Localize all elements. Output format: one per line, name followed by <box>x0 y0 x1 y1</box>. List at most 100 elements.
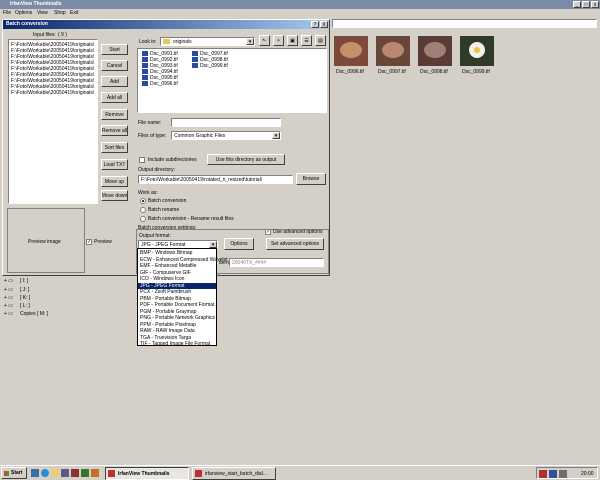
start-button[interactable]: Start <box>101 44 128 55</box>
close-button[interactable]: x <box>591 1 599 8</box>
thumbnail-area: Dsc_0996.tif Dsc_0997.tif Dsc_0998.tif D… <box>332 30 600 460</box>
list-item[interactable]: Dsc_0999.tif <box>190 63 228 69</box>
batch-rename-radio[interactable] <box>140 207 146 213</box>
use-advanced-label: Use advanced options <box>273 229 323 235</box>
output-format-dropdown[interactable]: BMP - Windows Bitmap ECW - Enhanced Comp… <box>137 248 228 348</box>
menu-file[interactable]: File <box>3 10 11 16</box>
output-dir-label: Output directory: <box>138 167 175 173</box>
remove-button[interactable]: Remove <box>101 109 128 120</box>
browse-button[interactable]: Browse <box>296 173 326 185</box>
preview-checkbox[interactable]: ✓ <box>86 239 92 245</box>
output-dir-input[interactable]: F:\Foto\Workable\20050419\rotated_n_resi… <box>138 175 293 184</box>
maximize-button[interactable]: □ <box>582 1 590 8</box>
task-irfanview-thumbnails[interactable]: IrfanView Thumbnails <box>105 467 189 480</box>
thumbnail[interactable] <box>376 36 410 66</box>
list-item[interactable]: F:\Foto\Workable\20050419\originals\ <box>9 90 97 96</box>
look-in-combo[interactable]: originals ▾ <box>160 37 255 46</box>
batch-dialog: Batch conversion ? X Input files: ( 9 ) … <box>2 19 330 276</box>
task-irfanview-batch[interactable]: irfanview_start_batch_dial... <box>192 467 276 480</box>
tray-app-icon[interactable] <box>539 470 547 478</box>
include-subdirs-checkbox[interactable] <box>139 157 145 163</box>
format-option[interactable]: TIF - Tagged Image File Format <box>138 341 216 348</box>
help-button[interactable]: ? <box>311 21 319 28</box>
sort-files-button[interactable]: Sort files <box>101 142 128 153</box>
image-file-icon <box>142 63 148 69</box>
preview-image-label: Preview image <box>28 239 61 245</box>
quicklaunch-media-icon[interactable] <box>61 469 69 477</box>
thumbnail-label: Dsc_0998.tif <box>420 69 448 75</box>
image-file-icon <box>192 51 198 57</box>
input-files-count: ( 9 ) <box>58 32 67 38</box>
quicklaunch-app-icon[interactable] <box>71 469 79 477</box>
menu-bar: File Options View Shop Exit <box>0 9 600 17</box>
chevron-down-icon[interactable]: ▾ <box>272 132 280 139</box>
dialog-close-button[interactable]: X <box>320 21 328 28</box>
thumbnail[interactable] <box>460 36 494 66</box>
batch-conversion-radio[interactable] <box>140 198 146 204</box>
quicklaunch-mail-icon[interactable] <box>51 469 59 477</box>
menu-options[interactable]: Options <box>15 10 32 16</box>
batch-conversion-rename-radio[interactable] <box>140 216 146 222</box>
irfanview-icon <box>195 470 202 477</box>
remove-all-button[interactable]: Remove all <box>101 125 128 136</box>
set-advanced-button[interactable]: Set advanced options <box>266 238 324 250</box>
menu-shop[interactable]: Shop <box>54 10 66 16</box>
image-file-icon <box>192 63 198 69</box>
file-browser-list[interactable]: Dsc_0991.tif Dsc_0992.tif Dsc_0993.tif D… <box>137 48 327 113</box>
main-title-bar: IrfanView Thumbnails _ □ x <box>0 0 600 9</box>
batch-conversion-label: Batch conversion <box>148 198 187 204</box>
input-files-label: Input files: <box>33 32 56 38</box>
thumbnail[interactable] <box>418 36 452 66</box>
move-down-button[interactable]: Move down <box>101 190 128 201</box>
quicklaunch-desktop-icon[interactable] <box>31 469 39 477</box>
files-of-type-select[interactable]: Common Graphic Files ▾ <box>171 131 281 140</box>
file-name-label: File name: <box>138 120 162 126</box>
file-name-input[interactable] <box>171 118 281 127</box>
thumbnail[interactable] <box>334 36 368 66</box>
use-dir-button[interactable]: Use this directory as output <box>207 154 285 165</box>
windows-logo-icon <box>4 471 9 476</box>
files-of-type-label: Files of type: <box>138 133 167 139</box>
folder-tree: + ▭[ I: ] + ▭[ J: ] + ▭[ K: ] + ▭[ L: ] … <box>4 278 49 317</box>
system-tray: 20:00 <box>536 467 598 479</box>
quicklaunch-browser-icon[interactable] <box>41 469 49 477</box>
details-view-icon[interactable]: ▤ <box>315 35 326 46</box>
preview-label: Preview <box>94 239 112 245</box>
load-txt-button[interactable]: Load TXT <box>101 159 128 170</box>
quicklaunch-app-icon[interactable] <box>91 469 99 477</box>
thumbnail-label: Dsc_0999.tif <box>462 69 490 75</box>
chevron-down-icon[interactable]: ▾ <box>209 241 217 248</box>
use-advanced-checkbox[interactable]: ✓ <box>265 229 271 235</box>
look-in-value: originals <box>173 39 192 45</box>
menu-exit[interactable]: Exit <box>70 10 78 16</box>
move-up-button[interactable]: Move up <box>101 176 128 187</box>
chevron-down-icon[interactable]: ▾ <box>246 38 254 45</box>
list-view-icon[interactable]: ☰ <box>301 35 312 46</box>
add-all-button[interactable]: Add all <box>101 92 128 103</box>
options-button[interactable]: Options <box>224 238 254 250</box>
thumbnail-label: Dsc_0997.tif <box>378 69 406 75</box>
cancel-button[interactable]: Cancel <box>101 60 128 71</box>
dialog-title: Batch conversion <box>6 21 48 27</box>
input-files-list[interactable]: F:\Foto\Workable\20050419\originals\ F:\… <box>8 39 98 204</box>
image-file-icon <box>142 75 148 81</box>
add-button[interactable]: Add <box>101 76 128 87</box>
format-option[interactable]: PNG - Portable Network Graphics <box>138 315 216 322</box>
format-option[interactable]: PDF - Portable Document Format <box>138 302 216 309</box>
output-format-label: Output format: <box>139 233 171 239</box>
clock: 20:00 <box>581 471 594 477</box>
quicklaunch-app-icon[interactable] <box>81 469 89 477</box>
look-in-label: Look in: <box>139 39 157 45</box>
desktop-icon[interactable]: ▣ <box>287 35 298 46</box>
new-folder-icon[interactable]: ✧ <box>273 35 284 46</box>
start-menu-button[interactable]: Start <box>1 467 27 479</box>
path-combo[interactable] <box>332 19 597 28</box>
menu-view[interactable]: View <box>37 10 48 16</box>
list-item[interactable]: Dsc_0996.tif <box>140 81 178 87</box>
dialog-title-bar: Batch conversion ? X <box>3 20 329 29</box>
name-pattern-input[interactable]: 20040TX_#### <box>229 258 324 267</box>
minimize-button[interactable]: _ <box>573 1 581 8</box>
tray-volume-icon[interactable] <box>559 470 567 478</box>
tray-network-icon[interactable] <box>549 470 557 478</box>
up-folder-icon[interactable]: ⬑ <box>259 35 270 46</box>
